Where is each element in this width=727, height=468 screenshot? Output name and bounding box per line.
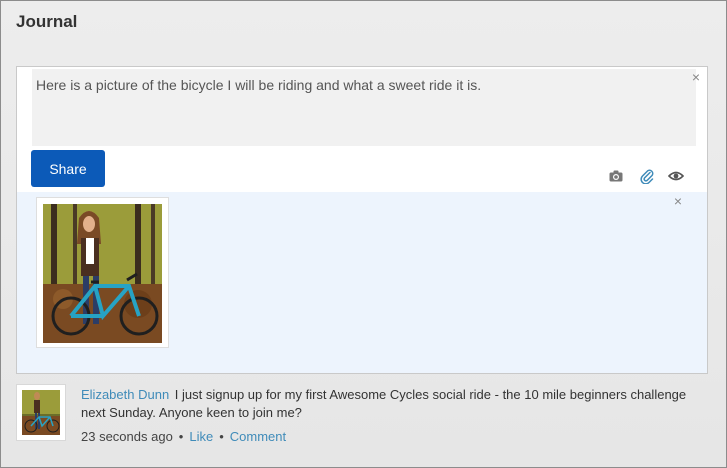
like-link[interactable]: Like [189,429,213,444]
post-meta: 23 seconds ago • Like • Comment [81,428,701,446]
post-timestamp: 23 seconds ago [81,429,173,444]
comment-link[interactable]: Comment [230,429,286,444]
share-button[interactable]: Share [31,150,105,187]
post-body: Elizabeth Dunn I just signup up for my f… [81,386,701,446]
journal-text-value: Here is a picture of the bicycle I will … [36,77,482,93]
post-text: Elizabeth Dunn I just signup up for my f… [81,386,701,422]
journal-post: Elizabeth Dunn I just signup up for my f… [16,383,708,445]
journal-text-input[interactable]: Here is a picture of the bicycle I will … [32,69,696,146]
page-title: Journal [16,12,78,31]
journal-panel: Journal Here is a picture of the bicycle… [0,0,727,468]
attached-photo[interactable] [36,197,169,348]
attach-icon[interactable] [639,168,655,184]
visibility-icon[interactable] [668,168,684,184]
close-icon[interactable]: × [689,70,703,84]
journal-composer: Here is a picture of the bicycle I will … [16,66,708,193]
post-author-link[interactable]: Elizabeth Dunn [81,387,169,402]
attachment-preview: × [16,192,708,374]
camera-icon[interactable] [608,168,624,184]
remove-attachment-icon[interactable]: × [671,194,685,208]
avatar[interactable] [16,384,66,441]
meta-separator: • [219,429,224,444]
meta-separator: • [178,429,184,444]
post-message: I just signup up for my first Awesome Cy… [81,387,687,420]
